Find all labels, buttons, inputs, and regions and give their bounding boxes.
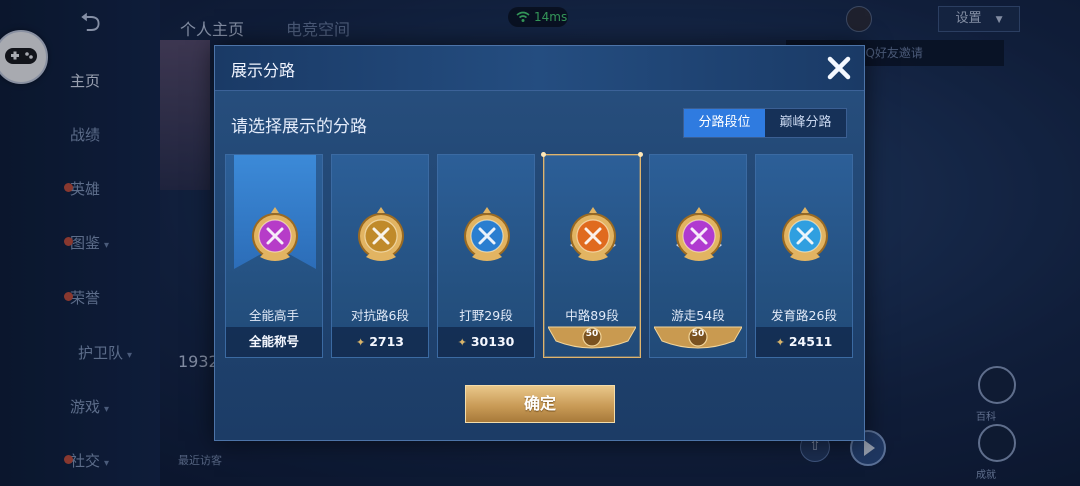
lane-card[interactable]: 对抗路6段 ✦ 2713 [331,154,429,358]
dialog-title: 展示分路 [231,61,296,80]
confirm-button[interactable]: 确定 [465,385,615,423]
points-value: 24511 [788,334,833,349]
roam-badge-icon [670,205,728,269]
lane-card[interactable]: 全能高手 全能称号 [225,154,323,358]
all-round-badge-icon [246,205,304,269]
close-button[interactable] [821,50,857,86]
level-number: 50 [691,329,705,339]
corner-sparkle [638,152,643,157]
lane-card[interactable]: 发育路26段 ✦ 24511 [755,154,853,358]
dialog-header: 展示分路 [215,46,864,91]
points-row: ✦ 30130 [438,327,534,357]
tab-peak-lane[interactable]: 巅峰分路 [765,109,846,137]
farm-lane-badge-icon [776,205,834,269]
lane-card-label: 全能高手 [248,308,299,323]
title-badge: 全能称号 [226,327,322,357]
points-icon: ✦ [775,336,785,349]
points-row: ✦ 2713 [332,327,428,357]
points-icon: ✦ [457,336,467,349]
title-text: 全能称号 [248,334,299,349]
lane-card[interactable]: 打野29段 ✦ 30130 [437,154,535,358]
mid-lane-badge-icon [564,205,622,269]
lane-card-label: 游走54段 [671,308,725,323]
points-icon: ✦ [355,336,366,349]
points-row: ✦ 24511 [756,327,852,357]
points-value: 2713 [369,334,404,349]
corner-sparkle [541,152,546,157]
clash-lane-badge-icon [352,205,410,269]
lane-card-list: 全能高手 全能称号 对抗路6段 ✦ 2713 打野29段 ✦ 30130 中路89段 50 [225,152,859,360]
lane-card[interactable]: 游走54段 50 [649,154,747,358]
lane-card-label: 中路89段 [565,308,619,323]
dialog-prompt: 请选择展示的分路 [231,117,367,137]
lane-card-label: 对抗路6段 [351,308,409,323]
jungle-badge-icon [458,205,516,269]
lane-card-label: 发育路26段 [771,308,837,323]
tab-lane-rank[interactable]: 分路段位 [684,109,765,137]
lane-mode-tabs: 分路段位 巅峰分路 [683,108,847,138]
points-value: 30130 [470,334,515,349]
lane-card[interactable]: 中路89段 50 [541,152,643,358]
display-lane-dialog: 展示分路 请选择展示的分路 分路段位 巅峰分路 全能高手 全能称号 对抗路6段 ✦ 2… [214,45,865,441]
close-icon [827,56,851,80]
lane-card-label: 打野29段 [459,308,513,323]
level-number: 50 [585,329,599,339]
